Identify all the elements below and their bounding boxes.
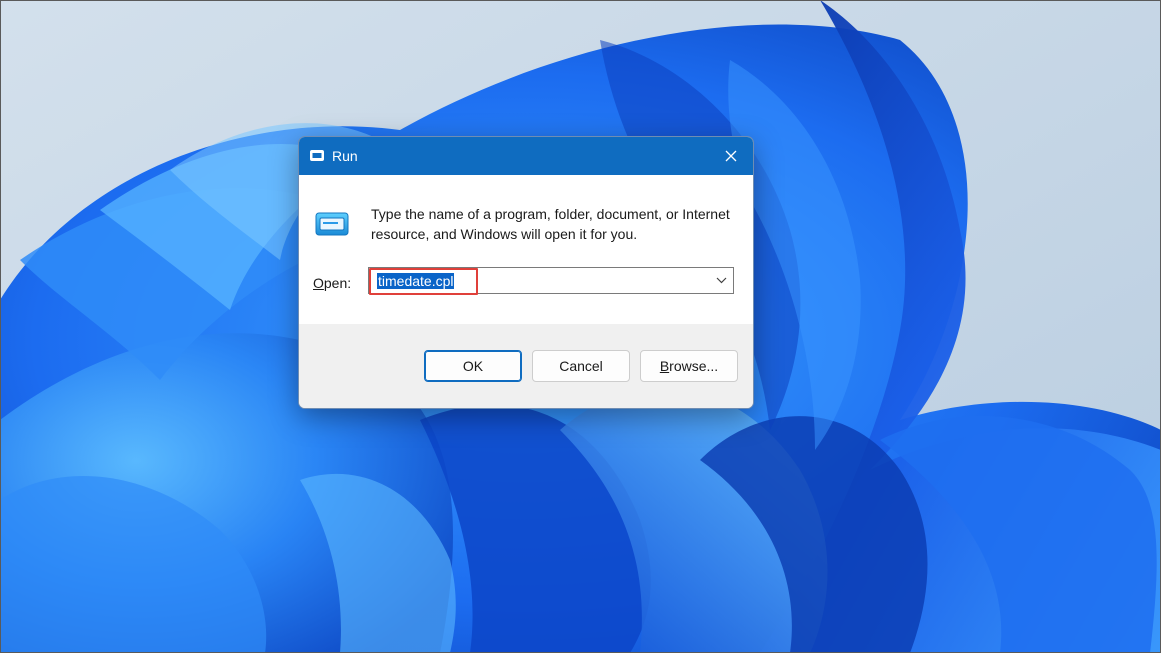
cancel-button[interactable]: Cancel xyxy=(532,350,630,382)
desktop: Run Type the name of a program, folder, … xyxy=(0,0,1161,653)
close-icon xyxy=(725,150,737,162)
close-button[interactable] xyxy=(709,137,753,175)
dropdown-button[interactable] xyxy=(711,269,731,292)
open-combobox[interactable]: timedate.cpl xyxy=(368,267,734,294)
button-bar: OK Cancel Browse... xyxy=(299,324,753,408)
dialog-title: Run xyxy=(332,148,358,164)
run-icon xyxy=(310,150,324,161)
title-bar[interactable]: Run xyxy=(299,137,753,175)
browse-button[interactable]: Browse... xyxy=(640,350,738,382)
dialog-description: Type the name of a program, folder, docu… xyxy=(371,206,730,242)
open-label: Open: xyxy=(313,275,352,291)
dialog-content: Type the name of a program, folder, docu… xyxy=(299,175,753,324)
chevron-down-icon xyxy=(716,277,726,284)
open-input-value[interactable]: timedate.cpl xyxy=(377,273,455,289)
run-dialog: Run Type the name of a program, folder, … xyxy=(298,136,754,409)
run-icon xyxy=(315,212,349,236)
ok-button[interactable]: OK xyxy=(424,350,522,382)
